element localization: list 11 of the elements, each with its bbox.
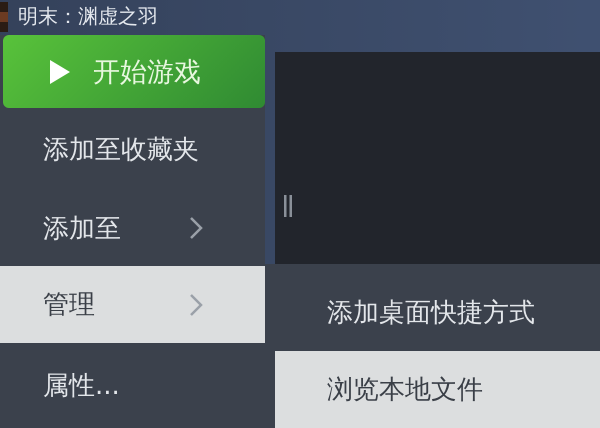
chevron-right-icon (189, 216, 203, 240)
splitter-handle-icon[interactable] (283, 194, 293, 217)
menu-item[interactable]: 添加至收藏夹 (0, 108, 265, 190)
play-icon (49, 58, 71, 84)
menu-item[interactable]: 添加桌面快捷方式 (275, 274, 600, 351)
menu-item[interactable]: 浏览本地文件 (275, 351, 600, 428)
menu-item[interactable]: 管理 (0, 266, 265, 343)
menu-item[interactable]: 添加至 (0, 190, 265, 266)
chevron-right-icon (189, 292, 203, 316)
menu-item[interactable]: 属性... (0, 343, 265, 428)
game-title: 明末：渊虚之羽 (18, 3, 158, 30)
